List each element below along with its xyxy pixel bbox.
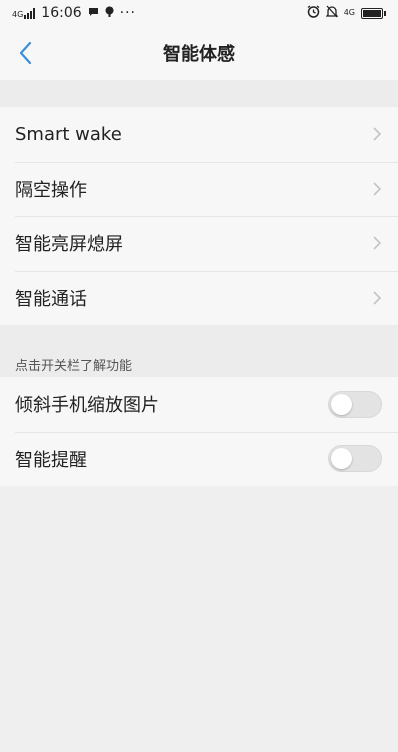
notification-icon (105, 5, 114, 21)
menu-item-smart-call[interactable]: 智能通话 (0, 270, 398, 326)
smart-reminder-toggle[interactable] (328, 445, 382, 473)
more-notifications-icon: ··· (119, 5, 137, 21)
chevron-right-icon (373, 236, 382, 250)
chevron-right-icon (373, 182, 382, 196)
status-bar-right: 4G (307, 4, 386, 22)
chevron-left-icon (19, 41, 32, 65)
menu-item-smart-wake[interactable]: Smart wake (0, 107, 398, 162)
settings-menu-list: Smart wake 隔空操作 智能亮屏熄屏 智能通话 (0, 107, 398, 325)
menu-item-air-gesture[interactable]: 隔空操作 (0, 161, 398, 217)
tilt-zoom-toggle[interactable] (328, 390, 382, 418)
menu-item-label: 智能亮屏熄屏 (15, 234, 123, 256)
battery-icon (361, 7, 386, 19)
toggle-knob (331, 393, 352, 415)
signal-icon: 4G (12, 7, 36, 19)
back-button[interactable] (12, 38, 40, 68)
toggle-label: 倾斜手机缩放图片 (15, 395, 159, 417)
menu-item-smart-screen-on-off[interactable]: 智能亮屏熄屏 (0, 216, 398, 271)
toggle-knob (331, 448, 352, 470)
network-type-right: 4G (343, 8, 355, 17)
toggle-row-smart-reminder: 智能提醒 (0, 431, 398, 487)
page-title: 智能体感 (163, 44, 235, 65)
mute-icon (325, 5, 339, 22)
status-bar: 4G 16:06 ··· 4G (0, 0, 398, 26)
toggle-list: 倾斜手机缩放图片 智能提醒 (0, 377, 398, 486)
chevron-right-icon (373, 291, 382, 305)
menu-item-label: Smart wake (15, 123, 122, 145)
spacer (0, 80, 398, 107)
network-type-label: 4G (12, 9, 24, 19)
alarm-icon (307, 4, 320, 22)
clock: 16:06 (41, 5, 82, 21)
chat-bubble-icon (88, 5, 99, 21)
menu-item-label: 智能通话 (15, 288, 87, 310)
status-bar-left: 4G 16:06 ··· (12, 5, 136, 21)
toggle-label: 智能提醒 (15, 449, 87, 471)
chevron-right-icon (373, 127, 382, 141)
menu-item-label: 隔空操作 (15, 179, 87, 201)
section-header: 点击开关栏了解功能 (0, 325, 398, 377)
toggle-row-tilt-zoom: 倾斜手机缩放图片 (0, 377, 398, 432)
header: 智能体感 (0, 26, 398, 80)
